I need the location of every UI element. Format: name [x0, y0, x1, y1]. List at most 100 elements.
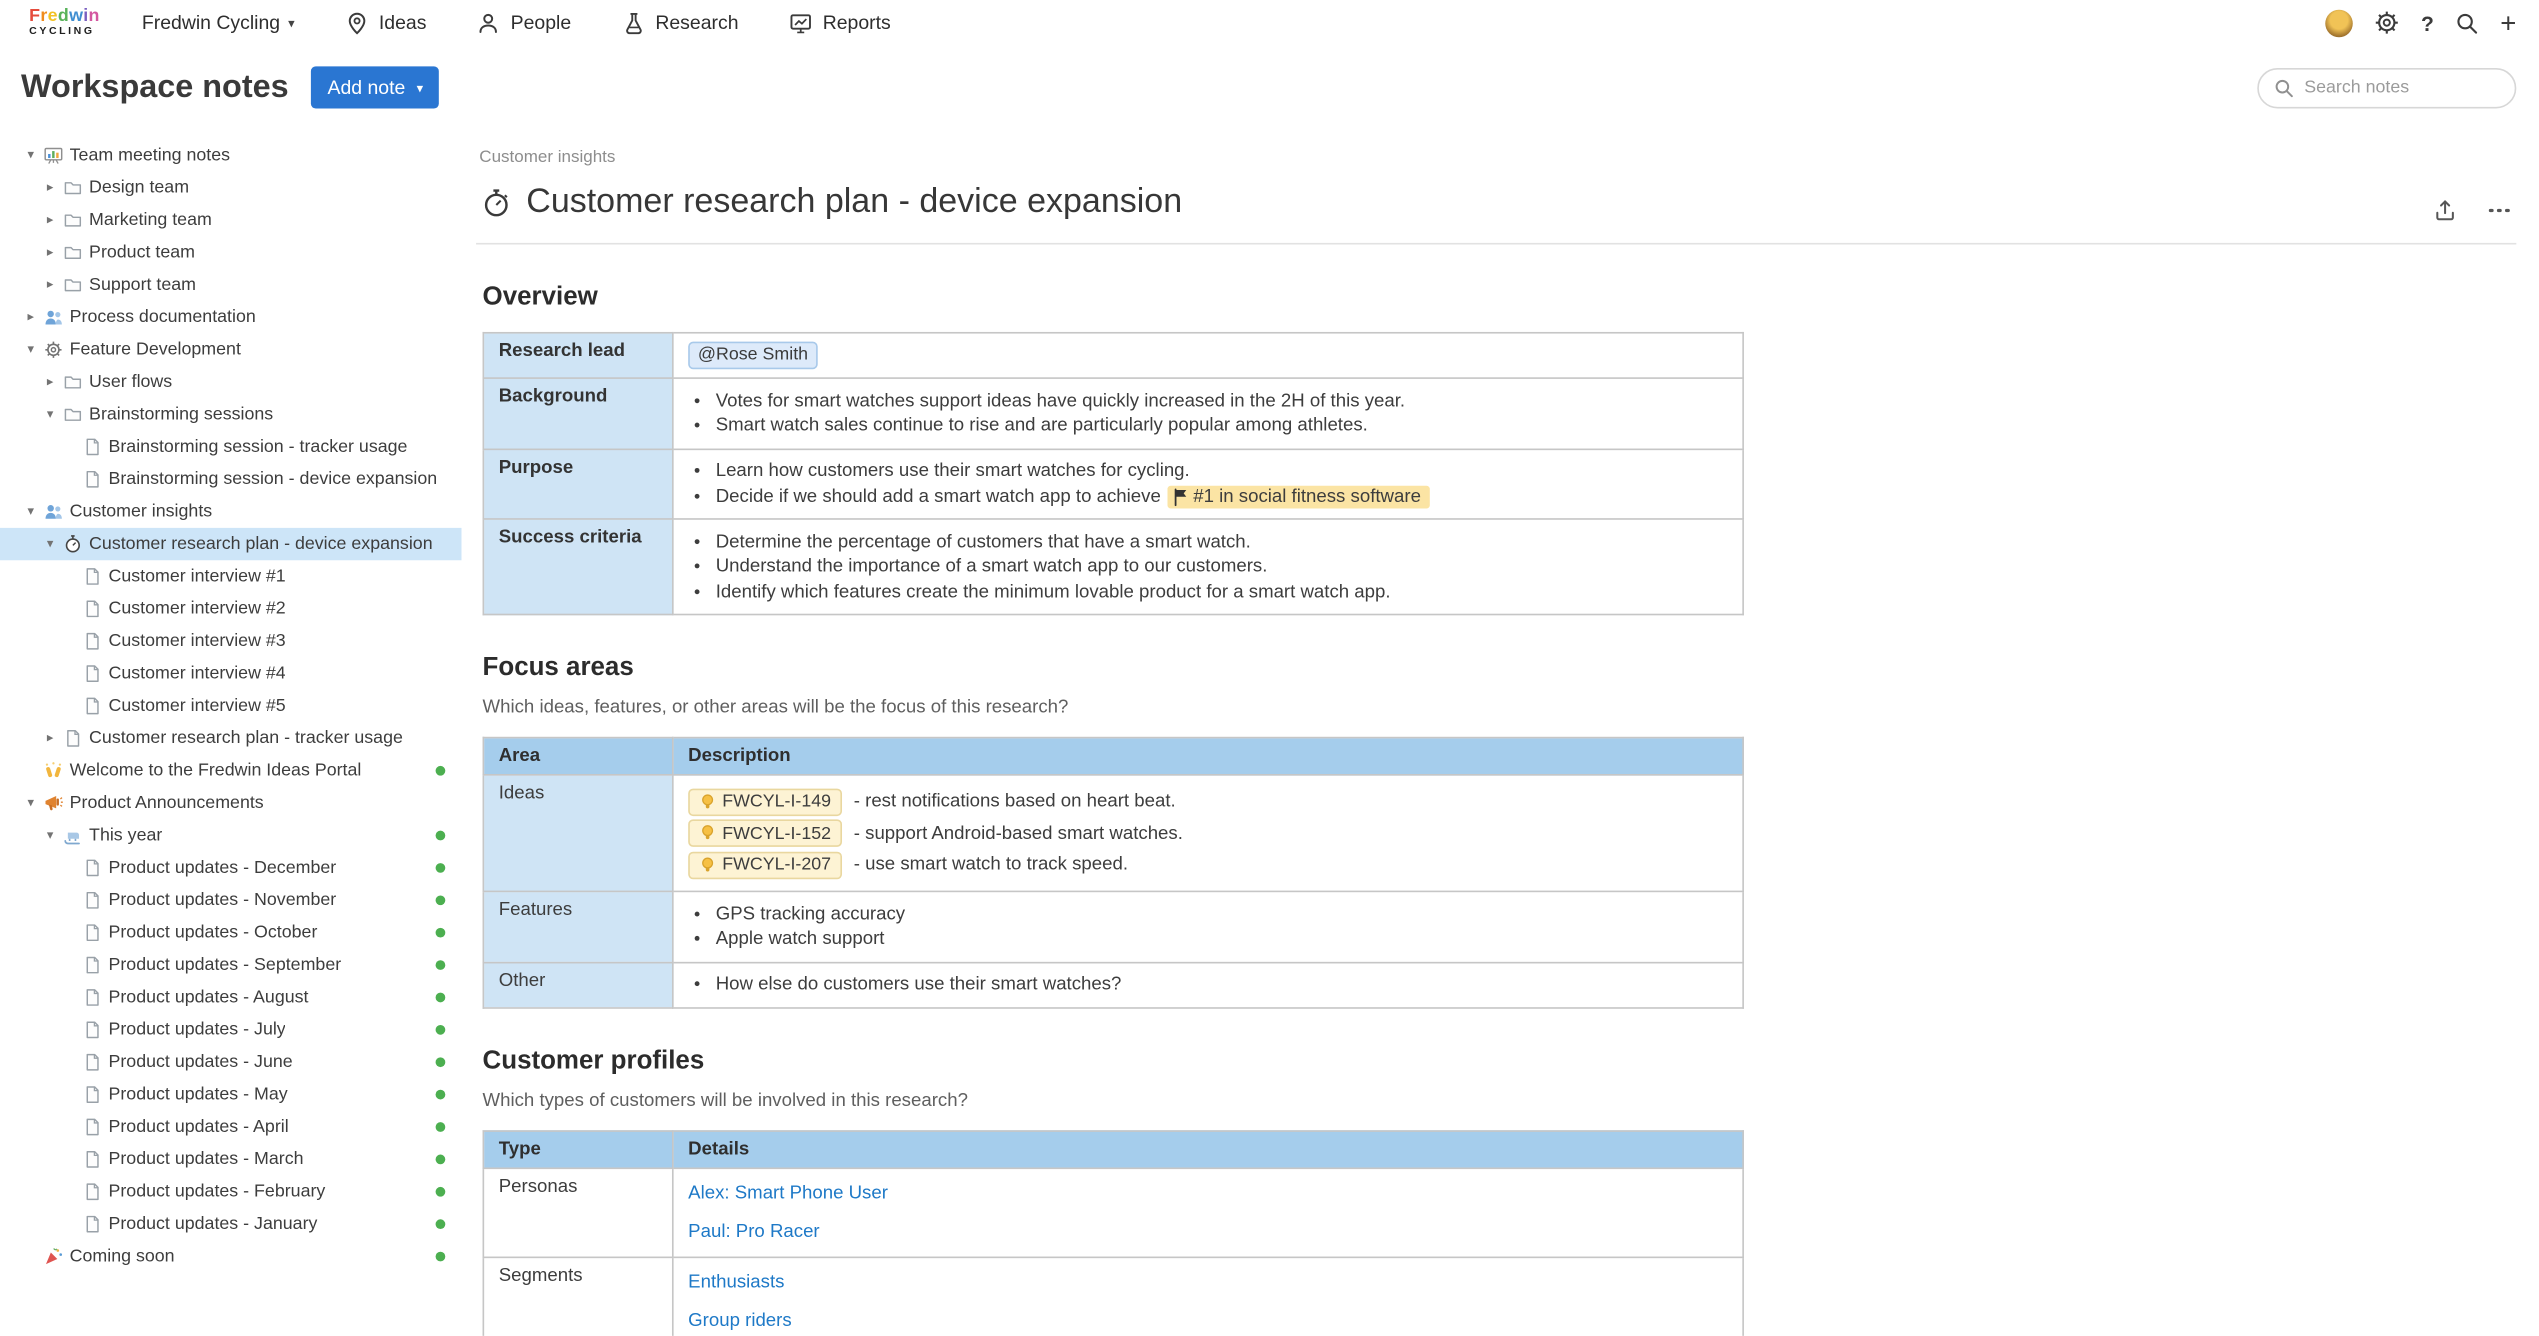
- sidebar-item[interactable]: Product updates - March: [0, 1143, 461, 1175]
- idea-link-pill[interactable]: FWCYL-I-149: [688, 788, 842, 816]
- caret-right-icon[interactable]: ▸: [40, 279, 59, 292]
- column-header: Type: [483, 1130, 672, 1167]
- doc-icon: [79, 1117, 105, 1136]
- caret-down-icon[interactable]: ▾: [40, 408, 59, 421]
- sidebar-item[interactable]: Coming soon: [0, 1240, 461, 1272]
- caret-right-icon[interactable]: ▸: [40, 214, 59, 227]
- sidebar-item[interactable]: ▸Customer research plan - tracker usage: [0, 722, 461, 754]
- more-options-icon[interactable]: [2486, 202, 2513, 219]
- workspace-selector[interactable]: Fredwin Cycling ▾: [142, 11, 295, 34]
- doc-icon: [79, 988, 105, 1007]
- caret-down-icon[interactable]: ▾: [40, 829, 59, 842]
- sidebar-item[interactable]: ▸Design team: [0, 172, 461, 204]
- gear-icon: [40, 340, 66, 359]
- caret-right-icon[interactable]: ▸: [21, 311, 40, 324]
- share-icon[interactable]: [2432, 198, 2458, 224]
- sidebar-item[interactable]: Product updates - April: [0, 1111, 461, 1143]
- sidebar-item[interactable]: Brainstorming session - tracker usage: [0, 431, 461, 463]
- sidebar-item[interactable]: Product updates - November: [0, 884, 461, 916]
- nav-item-research[interactable]: Research: [621, 11, 738, 35]
- status-dot: [436, 1155, 446, 1165]
- person-tag[interactable]: @Rose Smith: [688, 342, 818, 370]
- row-label: Research lead: [483, 333, 672, 378]
- sidebar-item[interactable]: Product updates - December: [0, 852, 461, 884]
- sidebar-item-label: Brainstorming sessions: [89, 405, 273, 424]
- row-value: @Rose Smith: [673, 333, 1743, 378]
- row-value: Determine the percentage of customers th…: [673, 519, 1743, 615]
- sidebar-item[interactable]: Brainstorming session - device expansion: [0, 463, 461, 495]
- doc-icon: [79, 1085, 105, 1104]
- caret-right-icon[interactable]: ▸: [40, 181, 59, 194]
- table-row: Features GPS tracking accuracy Apple wat…: [483, 891, 1743, 961]
- persona-link[interactable]: Paul: Pro Racer: [688, 1220, 1728, 1243]
- sidebar-item[interactable]: Product updates - September: [0, 949, 461, 981]
- sidebar-item[interactable]: Product updates - February: [0, 1176, 461, 1208]
- page-title: Workspace notes: [21, 69, 289, 106]
- sidebar-item[interactable]: Customer interview #1: [0, 560, 461, 592]
- sidebar-item[interactable]: Product updates - May: [0, 1078, 461, 1110]
- avatar[interactable]: [2325, 9, 2353, 37]
- sidebar-item[interactable]: ▸Process documentation: [0, 301, 461, 333]
- caret-right-icon[interactable]: ▸: [40, 246, 59, 259]
- status-dot: [436, 766, 446, 776]
- sidebar-item[interactable]: Product updates - August: [0, 981, 461, 1013]
- sidebar-item[interactable]: Product updates - January: [0, 1208, 461, 1240]
- caret-down-icon[interactable]: ▾: [21, 797, 40, 810]
- sidebar-item[interactable]: ▸User flows: [0, 366, 461, 398]
- status-dot: [436, 1090, 446, 1100]
- idea-link-pill[interactable]: FWCYL-I-207: [688, 851, 842, 879]
- sidebar-item-label: Product Announcements: [70, 793, 264, 812]
- sidebar-item[interactable]: Product updates - July: [0, 1014, 461, 1046]
- app-logo[interactable]: Fredwin CYCLING: [29, 8, 100, 38]
- add-plus-icon[interactable]: +: [2500, 9, 2516, 37]
- sidebar-item[interactable]: ▾Feature Development: [0, 334, 461, 366]
- idea-link-pill[interactable]: FWCYL-I-152: [688, 819, 842, 847]
- sidebar-item[interactable]: Customer interview #5: [0, 690, 461, 722]
- persona-link[interactable]: Alex: Smart Phone User: [688, 1181, 1728, 1204]
- doc-icon: [79, 696, 105, 715]
- caret-right-icon[interactable]: ▸: [40, 732, 59, 745]
- bullet-item: GPS tracking accuracy: [716, 903, 1728, 926]
- search-notes-input[interactable]: [2257, 67, 2516, 107]
- sidebar-item[interactable]: Welcome to the Fredwin Ideas Portal: [0, 755, 461, 787]
- breadcrumb[interactable]: Customer insights: [476, 147, 2516, 166]
- table-row: Other How else do customers use their sm…: [483, 962, 1743, 1007]
- sidebar-item[interactable]: ▾Team meeting notes: [0, 139, 461, 171]
- caret-down-icon[interactable]: ▾: [40, 538, 59, 551]
- sidebar-item[interactable]: Product updates - June: [0, 1046, 461, 1078]
- ideas-cell: FWCYL-I-149 - rest notifications based o…: [673, 775, 1743, 892]
- add-note-button[interactable]: Add note ▾: [311, 66, 439, 108]
- nav-item-ideas[interactable]: Ideas: [345, 11, 427, 35]
- caret-right-icon[interactable]: ▸: [40, 376, 59, 389]
- segment-link[interactable]: Group riders: [688, 1309, 1728, 1332]
- sidebar-item[interactable]: ▸Product team: [0, 236, 461, 268]
- note-title: Customer research plan - device expansio…: [526, 183, 1182, 222]
- doc-icon: [79, 1053, 105, 1072]
- caret-down-icon[interactable]: ▾: [21, 343, 40, 356]
- caret-down-icon[interactable]: ▾: [21, 149, 40, 162]
- doc-icon: [79, 858, 105, 877]
- settings-gear-icon[interactable]: [2374, 10, 2400, 36]
- sidebar-item[interactable]: Customer interview #2: [0, 593, 461, 625]
- sidebar-item[interactable]: Customer interview #3: [0, 625, 461, 657]
- help-icon[interactable]: ?: [2421, 11, 2434, 35]
- sidebar-item[interactable]: ▾ Product Announcements: [0, 787, 461, 819]
- search-icon[interactable]: [2455, 11, 2479, 35]
- nav-item-people[interactable]: People: [477, 11, 572, 35]
- nav-item-reports[interactable]: Reports: [789, 11, 891, 35]
- bullet-item: How else do customers use their smart wa…: [716, 973, 1728, 996]
- idea-id: FWCYL-I-149: [722, 790, 831, 813]
- sidebar-item[interactable]: ▾Customer insights: [0, 495, 461, 527]
- sidebar-item[interactable]: Product updates - October: [0, 917, 461, 949]
- sidebar-item[interactable]: ▸Support team: [0, 269, 461, 301]
- doc-icon: [79, 1150, 105, 1169]
- bullet-item: Determine the percentage of customers th…: [716, 530, 1728, 553]
- sidebar-item-label: Customer interview #3: [108, 632, 285, 651]
- sidebar-item[interactable]: ▾This year: [0, 819, 461, 851]
- sidebar-item[interactable]: ▾ Brainstorming sessions: [0, 398, 461, 430]
- sidebar-item[interactable]: Customer interview #4: [0, 657, 461, 689]
- sidebar-item[interactable]: ▸Marketing team: [0, 204, 461, 236]
- segment-link[interactable]: Enthusiasts: [688, 1270, 1728, 1293]
- sidebar-item[interactable]: ▾Customer research plan - device expansi…: [0, 528, 461, 560]
- caret-down-icon[interactable]: ▾: [21, 505, 40, 518]
